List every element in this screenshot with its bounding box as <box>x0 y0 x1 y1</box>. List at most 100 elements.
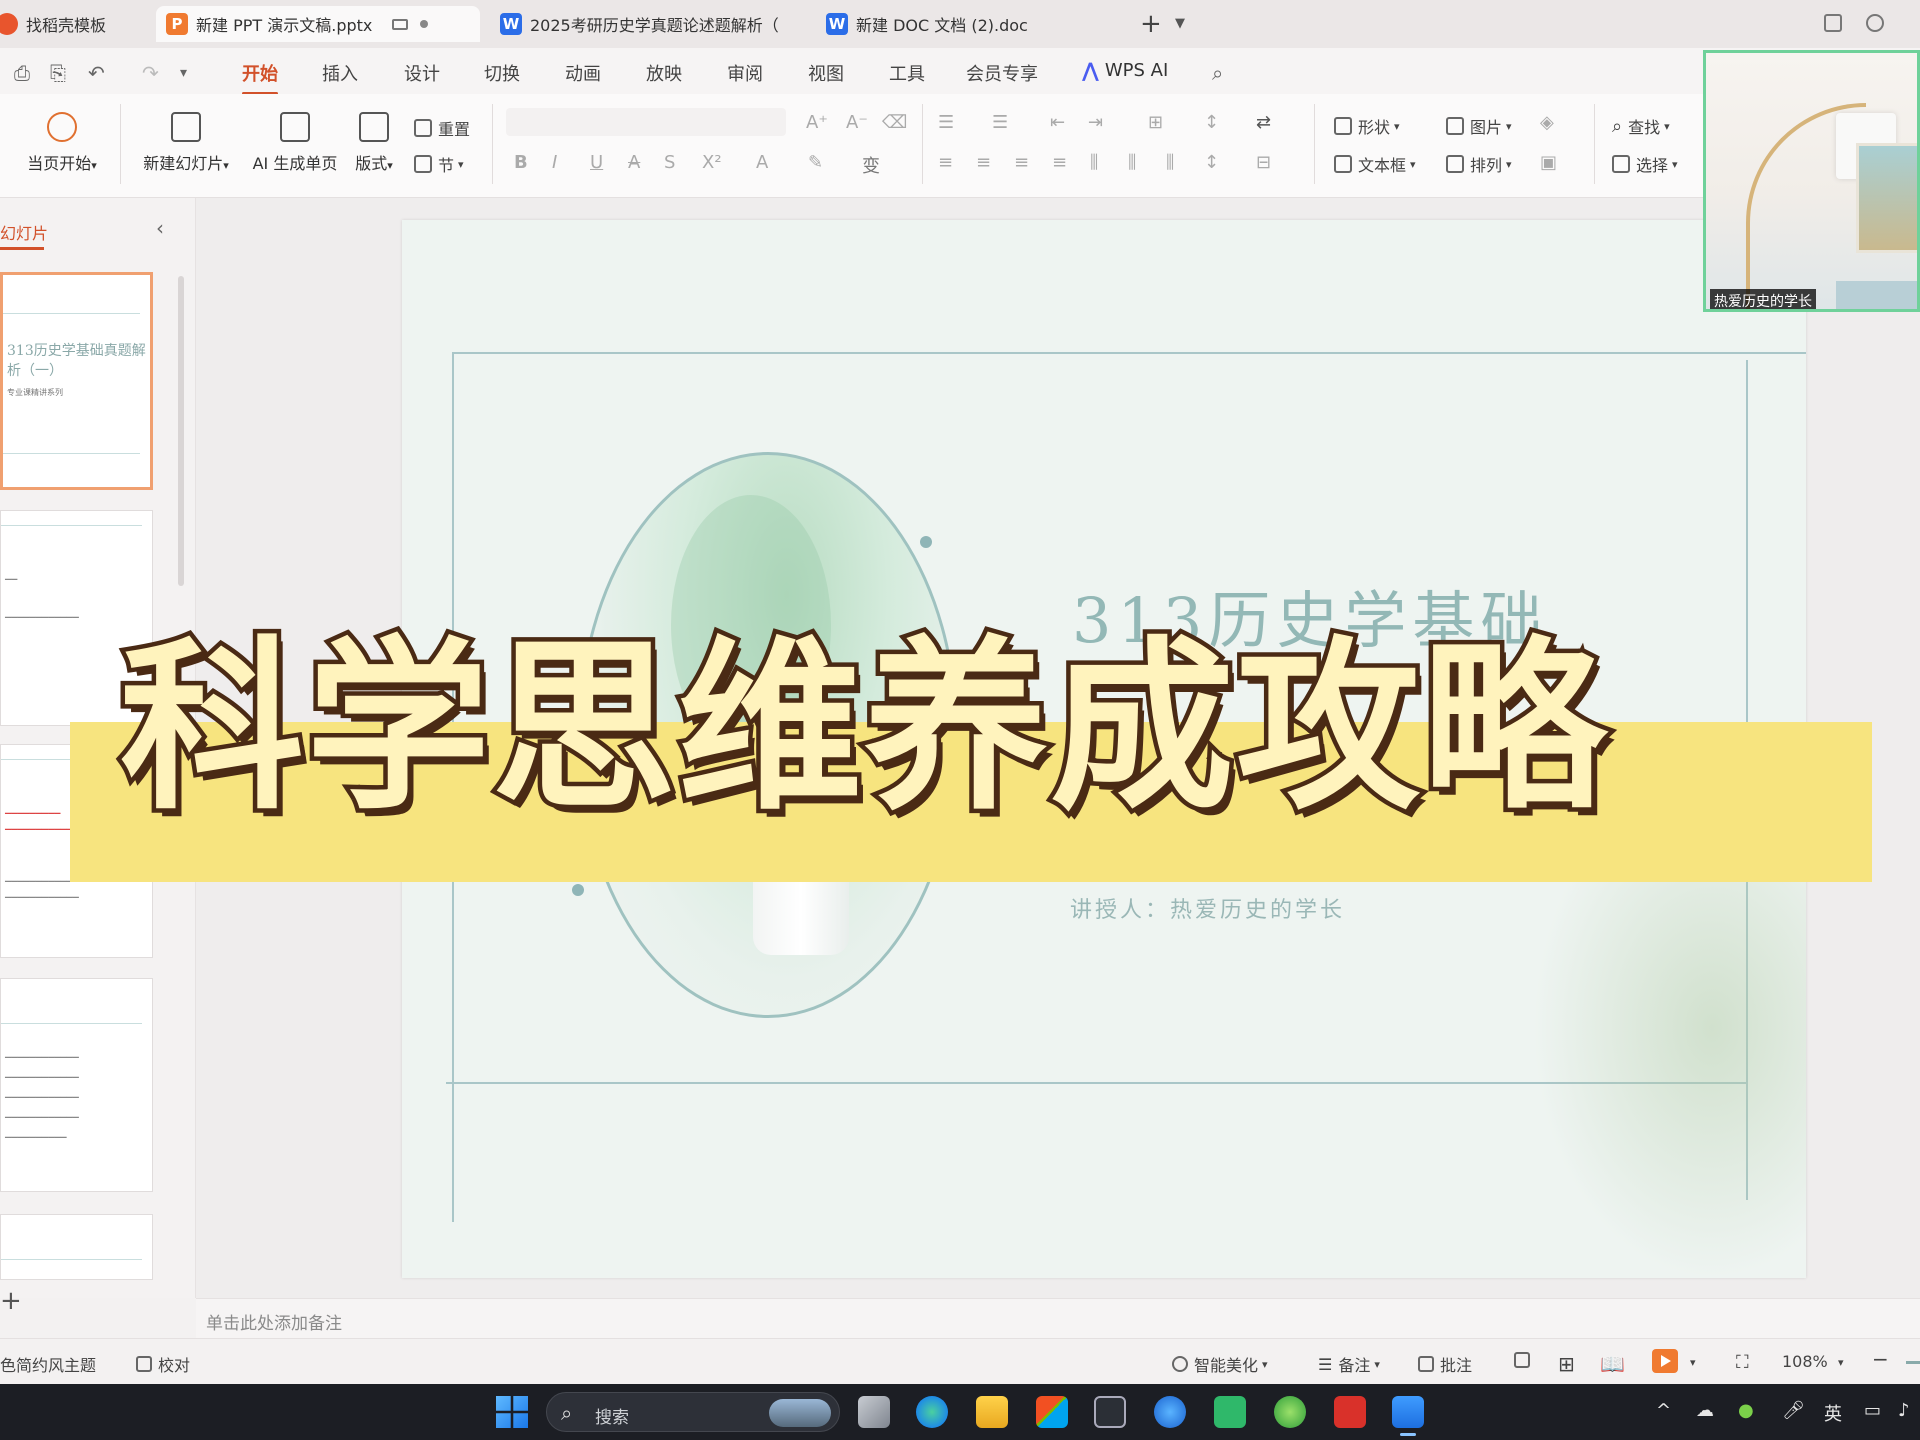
shape-button[interactable]: 形状 ▾ <box>1334 114 1400 138</box>
tab-doc-exam[interactable]: W 2025考研历史学真题论述题解析（ <box>490 6 796 42</box>
shadow-icon[interactable]: S <box>664 152 675 173</box>
tab-view[interactable]: 视图 <box>808 60 844 86</box>
chevron-down-icon[interactable]: ▼ <box>1175 16 1185 31</box>
add-slide-button[interactable]: + <box>0 1286 22 1316</box>
convert-smartart-icon[interactable]: ⇄ <box>1256 112 1271 133</box>
tab-animation[interactable]: 动画 <box>565 60 601 86</box>
tab-home[interactable]: 开始 <box>242 60 278 95</box>
theme-name[interactable]: 色简约风主题 <box>0 1352 96 1376</box>
window-restore-icon[interactable] <box>1824 14 1842 32</box>
underline-icon[interactable]: U <box>590 152 603 173</box>
tab-doc-new[interactable]: W 新建 DOC 文档 (2).doc <box>816 6 1126 42</box>
layout-button[interactable]: 版式▾ <box>350 112 398 174</box>
tab-member[interactable]: 会员专享 <box>966 60 1038 86</box>
wps-ai-button[interactable]: ⋀ WPS AI <box>1082 58 1168 82</box>
chevron-down-icon[interactable]: ▾ <box>180 65 187 81</box>
text-direction-icon[interactable]: ⊞ <box>1148 112 1163 133</box>
tab-ppt[interactable]: P 新建 PPT 演示文稿.pptx <box>156 6 480 42</box>
para-spacing-icon[interactable]: ⫼ <box>1166 152 1174 173</box>
slide-thumbnail-1[interactable]: 313历史学基础真题解析（一） 专业课精讲系列 <box>0 272 153 490</box>
security-app-icon[interactable]: ● <box>1738 1400 1754 1421</box>
justify-icon[interactable]: ≡ <box>1052 152 1067 173</box>
task-view-icon[interactable] <box>858 1396 890 1428</box>
fit-window-icon[interactable]: ⛶ <box>1736 1352 1749 1373</box>
char-spacing-icon[interactable]: 变 <box>862 152 880 178</box>
numbered-list-icon[interactable]: ☰ <box>992 112 1008 133</box>
proofread-button[interactable]: 校对 <box>136 1352 190 1376</box>
tab-review[interactable]: 审阅 <box>727 60 763 86</box>
picture-button[interactable]: 图片 ▾ <box>1446 114 1512 138</box>
font-color-icon[interactable]: A <box>756 152 768 173</box>
edge-icon[interactable] <box>916 1396 948 1428</box>
add-tab-button[interactable]: + <box>1140 10 1162 38</box>
tab-design[interactable]: 设计 <box>404 60 440 86</box>
wps-office-icon[interactable] <box>1334 1396 1366 1428</box>
increase-font-icon[interactable]: A⁺ <box>806 112 828 133</box>
slideshow-play-button[interactable] <box>1652 1349 1678 1373</box>
slide-presenter[interactable]: 讲授人：热爱历史的学长 <box>1070 892 1345 924</box>
app-cube-icon[interactable] <box>1094 1396 1126 1428</box>
store-icon[interactable] <box>1036 1396 1068 1428</box>
tab-transition[interactable]: 切换 <box>484 60 520 86</box>
outline-icon[interactable]: ▣ <box>1540 152 1557 173</box>
windows-start-icon[interactable] <box>496 1396 528 1428</box>
normal-view-icon[interactable] <box>1514 1352 1536 1368</box>
slide-thumbnail-4[interactable]: ▁▁▁▁▁▁▁▁▁▁▁▁ ▁▁▁▁▁▁▁▁▁▁▁▁ ▁▁▁▁▁▁▁▁▁▁▁▁ ▁… <box>0 978 153 1192</box>
align-left-icon[interactable]: ≡ <box>938 152 953 173</box>
columns-icon[interactable]: ⫼ <box>1128 152 1136 173</box>
decrease-font-icon[interactable]: A⁻ <box>846 112 868 133</box>
align-center-icon[interactable]: ≡ <box>976 152 991 173</box>
vertical-align-icon[interactable]: ↕ <box>1204 152 1219 173</box>
tab-insert[interactable]: 插入 <box>322 60 358 86</box>
monitor-icon[interactable] <box>392 18 409 30</box>
undo-icon[interactable]: ↶ <box>88 61 105 85</box>
microphone-icon[interactable]: 🎤︎ <box>1782 1400 1805 1421</box>
slides-panel-tab[interactable]: 幻灯片 <box>0 220 48 250</box>
comments-button[interactable]: 批注 <box>1418 1352 1472 1376</box>
search-icon[interactable]: ⌕ <box>1212 61 1223 85</box>
browser-360-icon[interactable] <box>1274 1396 1306 1428</box>
zoom-out-icon[interactable]: − <box>1872 1347 1889 1371</box>
chevron-left-icon[interactable]: ‹ <box>156 216 164 240</box>
ime-indicator[interactable]: 英 <box>1824 1400 1842 1426</box>
clear-format-icon[interactable]: ⌫ <box>882 112 907 133</box>
notes-pane[interactable]: 单击此处添加备注 <box>196 1298 1920 1338</box>
mail-app-icon[interactable] <box>1214 1396 1246 1428</box>
panel-scrollbar[interactable] <box>178 276 184 586</box>
print-icon[interactable]: ⎙ <box>14 61 30 85</box>
print-preview-icon[interactable]: ⎘ <box>50 61 66 85</box>
volume-icon[interactable]: ♪ <box>1898 1400 1910 1421</box>
network-icon[interactable]: ▭ <box>1864 1400 1881 1421</box>
notes-toggle-button[interactable]: ☰ 备注 ▾ <box>1318 1352 1380 1376</box>
chevron-up-icon[interactable]: ^ <box>1656 1400 1671 1421</box>
tab-slideshow[interactable]: 放映 <box>646 60 682 86</box>
notes-placeholder[interactable]: 单击此处添加备注 <box>206 1309 342 1334</box>
find-button[interactable]: ⌕ 查找 ▾ <box>1612 114 1670 138</box>
fill-icon[interactable]: ◈ <box>1540 112 1554 133</box>
redo-icon[interactable]: ↷ <box>142 61 159 85</box>
cube-icon[interactable] <box>1866 14 1884 32</box>
italic-icon[interactable]: I <box>552 152 557 173</box>
text-box-align-icon[interactable]: ⊟ <box>1256 152 1271 173</box>
sorter-view-icon[interactable]: ⊞ <box>1558 1352 1575 1376</box>
font-name-select[interactable] <box>506 108 786 136</box>
ai-generate-button[interactable]: AI 生成单页 <box>250 112 340 174</box>
chevron-down-icon[interactable]: ▾ <box>1690 1356 1696 1369</box>
tab-docer[interactable]: 找稻壳模板 <box>0 6 136 42</box>
line-spacing-icon[interactable]: ↕ <box>1204 112 1219 133</box>
align-right-icon[interactable]: ≡ <box>1014 152 1029 173</box>
onedrive-icon[interactable]: ☁ <box>1696 1400 1714 1421</box>
reading-view-icon[interactable]: 📖 <box>1600 1352 1625 1376</box>
taskbar-search[interactable]: ⌕ 搜索 <box>546 1392 840 1432</box>
reset-button[interactable]: 重置 <box>414 116 470 140</box>
play-from-current-button[interactable]: 当页开始▾ <box>22 112 102 174</box>
chevron-down-icon[interactable]: ▾ <box>1838 1356 1844 1369</box>
outdent-icon[interactable]: ⇤ <box>1050 112 1065 133</box>
ie-browser-icon[interactable] <box>1154 1396 1186 1428</box>
zoom-slider[interactable] <box>1906 1361 1920 1364</box>
meeting-app-icon[interactable] <box>1392 1396 1424 1436</box>
file-explorer-icon[interactable] <box>976 1396 1008 1428</box>
new-slide-button[interactable]: 新建幻灯片▾ <box>138 112 234 174</box>
select-button[interactable]: 选择 ▾ <box>1612 152 1678 176</box>
bold-icon[interactable]: B <box>514 152 528 173</box>
